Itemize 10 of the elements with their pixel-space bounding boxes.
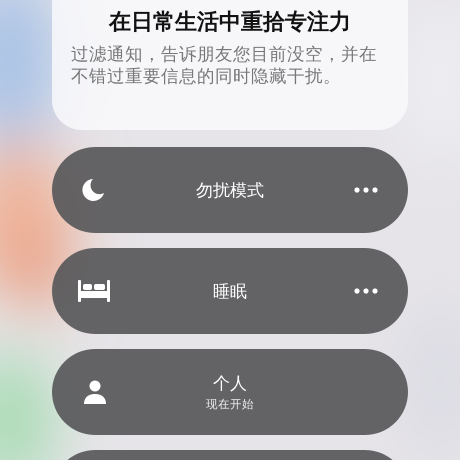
more-icon[interactable] xyxy=(354,288,378,294)
focus-mode-button[interactable]: 睡眠 xyxy=(52,248,408,334)
focus-mode-button[interactable]: 勿扰模式 xyxy=(52,147,408,233)
header-description: 过滤通知，告诉朋友您目前没空，并在不错过重要信息的同时隐藏干扰。 xyxy=(71,44,378,88)
person-icon xyxy=(84,380,106,404)
header-title: 在日常生活中重拾专注力 xyxy=(109,9,351,37)
more-icon[interactable] xyxy=(354,187,378,193)
moon-icon xyxy=(80,177,106,203)
focus-mode-button[interactable]: 个人 现在开始 xyxy=(52,349,408,435)
bed-icon xyxy=(78,280,110,302)
